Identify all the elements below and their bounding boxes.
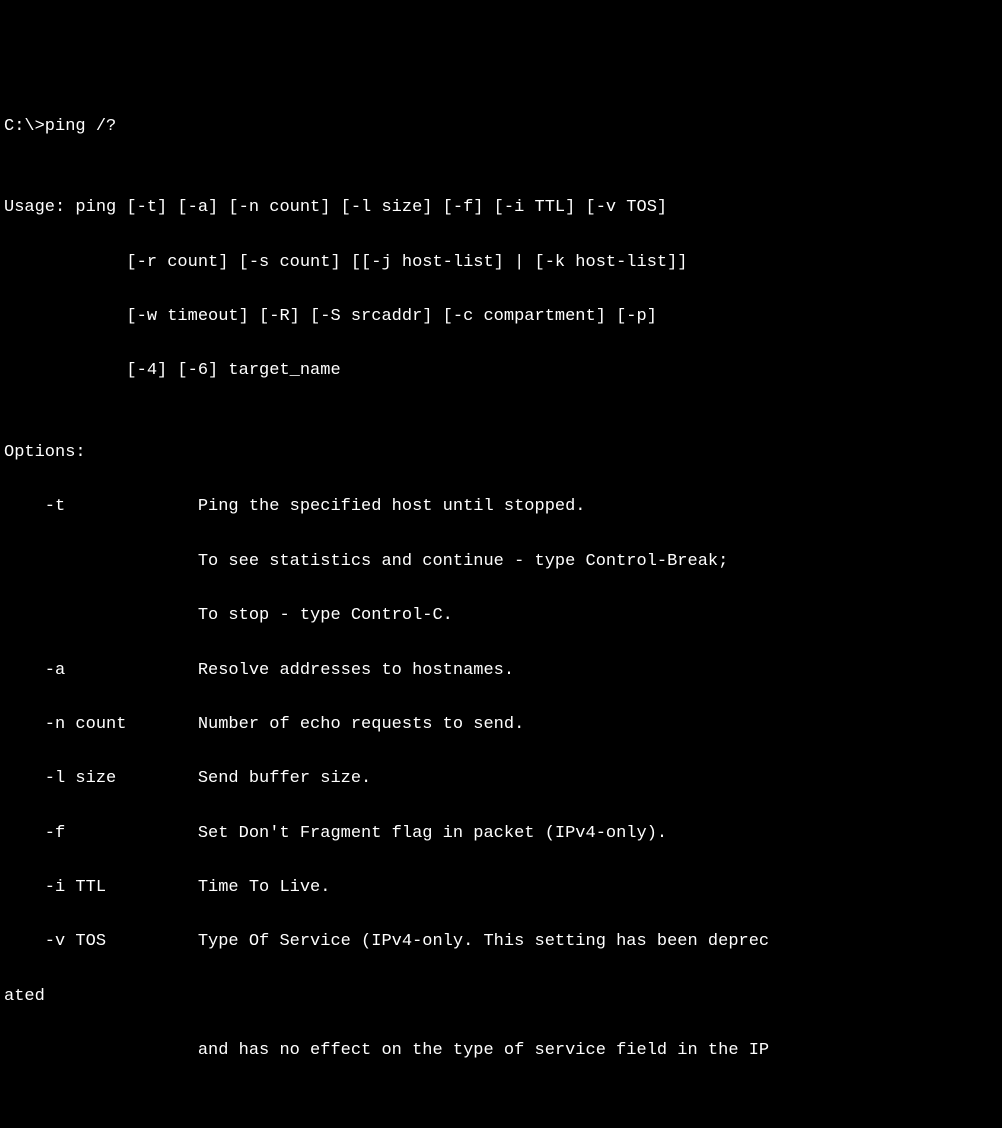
option-t-line-3: To stop - type Control-C.: [4, 602, 1002, 629]
option-t-line-2: To see statistics and continue - type Co…: [4, 548, 1002, 575]
usage-line-1: Usage: ping [-t] [-a] [-n count] [-l siz…: [4, 194, 1002, 221]
usage-line-4: [-4] [-6] target_name: [4, 357, 1002, 384]
option-v-line-2: and has no effect on the type of service…: [4, 1037, 1002, 1064]
option-i-line: -i TTL Time To Live.: [4, 874, 1002, 901]
usage-line-3: [-w timeout] [-R] [-S srcaddr] [-c compa…: [4, 303, 1002, 330]
command-prompt-line: C:\>ping /?: [4, 113, 1002, 140]
option-v-line-1: -v TOS Type Of Service (IPv4-only. This …: [4, 928, 1002, 955]
option-f-line: -f Set Don't Fragment flag in packet (IP…: [4, 820, 1002, 847]
options-header: Options:: [4, 439, 1002, 466]
option-t-line-1: -t Ping the specified host until stopped…: [4, 493, 1002, 520]
option-l-line: -l size Send buffer size.: [4, 765, 1002, 792]
usage-line-2: [-r count] [-s count] [[-j host-list] | …: [4, 249, 1002, 276]
option-n-line: -n count Number of echo requests to send…: [4, 711, 1002, 738]
option-v-line-1b: ated: [4, 983, 1002, 1010]
option-a-line: -a Resolve addresses to hostnames.: [4, 657, 1002, 684]
